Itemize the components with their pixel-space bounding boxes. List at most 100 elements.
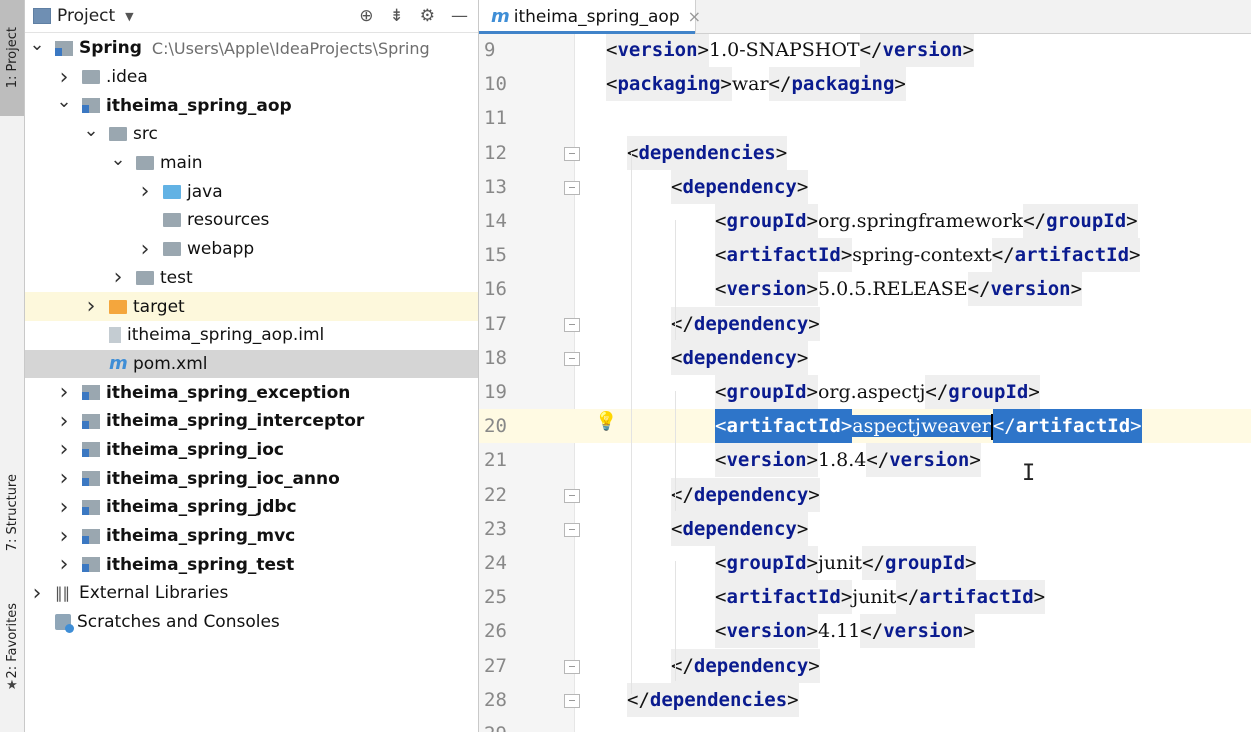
chevron-right-icon[interactable]: › <box>56 495 72 520</box>
chevron-right-icon[interactable]: › <box>56 409 72 434</box>
code-text: <groupId>junit</groupId> <box>715 546 977 580</box>
tag-bracket: > <box>787 688 799 711</box>
project-path: C:\Users\Apple\IdeaProjects\Spring <box>151 38 430 58</box>
intention-bulb-icon[interactable]: 💡 <box>595 411 617 432</box>
tree-item[interactable]: › itheima_spring_interceptor <box>25 407 478 436</box>
module-folder-icon <box>82 471 100 487</box>
tree-item[interactable]: › webapp <box>25 235 478 264</box>
tag-bracket: > <box>840 244 853 267</box>
folder-icon <box>136 270 154 285</box>
chevron-right-icon[interactable]: › <box>56 524 72 549</box>
fold-collapse-icon[interactable] <box>564 146 580 161</box>
chevron-right-icon[interactable]: › <box>29 581 45 606</box>
tag-bracket: > <box>1130 415 1142 438</box>
chevron-down-icon[interactable]: ⌄ <box>110 149 126 170</box>
chevron-down-icon[interactable]: ⌄ <box>29 34 45 55</box>
chevron-right-icon[interactable]: › <box>56 466 72 491</box>
code-line: 10 <packaging>war</packaging> <box>479 67 1251 102</box>
excluded-folder-icon <box>109 299 127 314</box>
tree-item[interactable]: ⌄ itheima_spring_aop <box>25 91 478 120</box>
tree-item[interactable]: › itheima_spring_jdbc <box>25 493 478 522</box>
close-tag: </groupId> <box>925 375 1040 409</box>
tree-item[interactable]: m pom.xml <box>25 349 478 379</box>
fold-collapse-icon[interactable] <box>564 351 580 366</box>
tree-item[interactable]: ⌄ src <box>25 120 478 149</box>
tag-name: dependencies <box>638 141 776 164</box>
chevron-right-icon[interactable]: › <box>137 237 153 262</box>
tree-item[interactable]: ⌄ main <box>25 149 478 178</box>
fold-end-icon[interactable] <box>564 659 580 674</box>
open-tag: <version> <box>715 614 818 649</box>
tree-item[interactable]: ⌄ Spring C:\Users\Apple\IdeaProjects\Sprin… <box>25 34 478 63</box>
code-line: 18 <dependency> <box>479 340 1251 375</box>
tag-name: packaging <box>617 73 721 96</box>
chevron-right-icon[interactable]: › <box>83 294 99 319</box>
tree-item[interactable]: › java <box>25 177 478 206</box>
tag-bracket: < <box>671 517 683 540</box>
tree-item-label: itheima_spring_ioc <box>106 439 284 460</box>
chevron-down-icon[interactable]: ⌄ <box>83 120 99 141</box>
fold-end-icon[interactable] <box>564 693 580 708</box>
chevron-right-icon[interactable]: › <box>56 65 72 90</box>
chevron-right-icon[interactable]: › <box>137 179 153 204</box>
indent-guide <box>631 152 632 694</box>
fold-collapse-icon[interactable] <box>564 522 580 537</box>
tag-bracket: < <box>715 586 727 609</box>
tree-item[interactable]: › itheima_spring_ioc_anno <box>25 464 478 493</box>
project-panel: Project ▼ ⊕ ⇟ ⚙ — ⌄ Spring C:\Users\Apple\… <box>25 0 479 732</box>
tag-name: dependency <box>682 346 797 369</box>
maven-file-icon: m <box>109 353 128 375</box>
fold-end-icon[interactable] <box>564 317 580 332</box>
tree-item[interactable]: › target <box>25 292 478 321</box>
project-tool-tab[interactable]: 1: Project <box>0 0 24 116</box>
tag-bracket: > <box>840 415 853 438</box>
tree-item[interactable]: › test <box>25 264 478 293</box>
locate-icon[interactable]: ⊕ <box>359 6 373 26</box>
gear-icon[interactable]: ⚙ <box>420 6 435 26</box>
tag-bracket: > <box>808 312 820 335</box>
project-view-selector[interactable]: Project ▼ <box>57 6 134 26</box>
project-panel-title: Project <box>57 6 116 26</box>
chevron-right-icon[interactable]: › <box>56 437 72 462</box>
tag-bracket: > <box>806 210 818 232</box>
tag-name: artifactId <box>726 244 841 267</box>
close-tag: </dependency> <box>671 306 820 341</box>
close-tag: </dependency> <box>671 477 820 512</box>
tree-item[interactable]: › itheima_spring_ioc <box>25 436 478 465</box>
structure-tool-tab[interactable]: 7: Structure <box>0 455 24 570</box>
tree-item[interactable]: › ‖‖ External Libraries <box>25 579 478 608</box>
tree-item[interactable]: resources <box>25 206 478 235</box>
code-line: 9 <version>1.0-SNAPSHOT</version> <box>479 34 1251 67</box>
chevron-right-icon[interactable]: › <box>110 265 126 290</box>
chevron-right-icon[interactable]: › <box>56 380 72 405</box>
tag-bracket: > <box>808 654 820 677</box>
tag-bracket: </ <box>866 449 890 472</box>
fold-end-icon[interactable] <box>564 488 580 503</box>
tree-item[interactable]: › .idea <box>25 63 478 92</box>
code-line: 17 </dependency> <box>479 306 1251 341</box>
tree-item-label: webapp <box>187 239 255 260</box>
line-number: 11 <box>484 107 507 130</box>
chevron-down-icon[interactable]: ⌄ <box>56 91 72 112</box>
code-text: <groupId>org.springframework</groupId> <box>715 204 1138 238</box>
code-text: <dependencies> <box>627 135 788 170</box>
tree-item[interactable]: › itheima_spring_mvc <box>25 522 478 551</box>
element-value: aspectjweaver <box>852 415 991 438</box>
code-editor[interactable]: 9 <version>1.0-SNAPSHOT</version> 10 <packa… <box>479 34 1251 732</box>
collapse-icon[interactable]: ⇟ <box>390 6 404 26</box>
close-icon[interactable]: × <box>688 7 701 26</box>
tree-item[interactable]: Scratches and Consoles <box>25 608 478 637</box>
tab-pom-xml[interactable]: m itheima_spring_aop × <box>479 0 701 34</box>
code-line: 13 <dependency> <box>479 169 1251 204</box>
tree-item[interactable]: › itheima_spring_test <box>25 550 478 579</box>
module-folder-icon <box>82 442 100 458</box>
favorites-tool-tab[interactable]: 2: Favorites ★ <box>0 592 24 704</box>
source-folder-icon <box>163 184 181 199</box>
tag-name: groupId <box>1046 210 1127 232</box>
minimize-icon[interactable]: — <box>451 6 468 26</box>
tree-item[interactable]: itheima_spring_aop.iml <box>25 321 478 350</box>
tag-bracket: < <box>715 415 727 438</box>
chevron-right-icon[interactable]: › <box>56 552 72 577</box>
tree-item[interactable]: › itheima_spring_exception <box>25 378 478 407</box>
fold-collapse-icon[interactable] <box>564 180 580 195</box>
